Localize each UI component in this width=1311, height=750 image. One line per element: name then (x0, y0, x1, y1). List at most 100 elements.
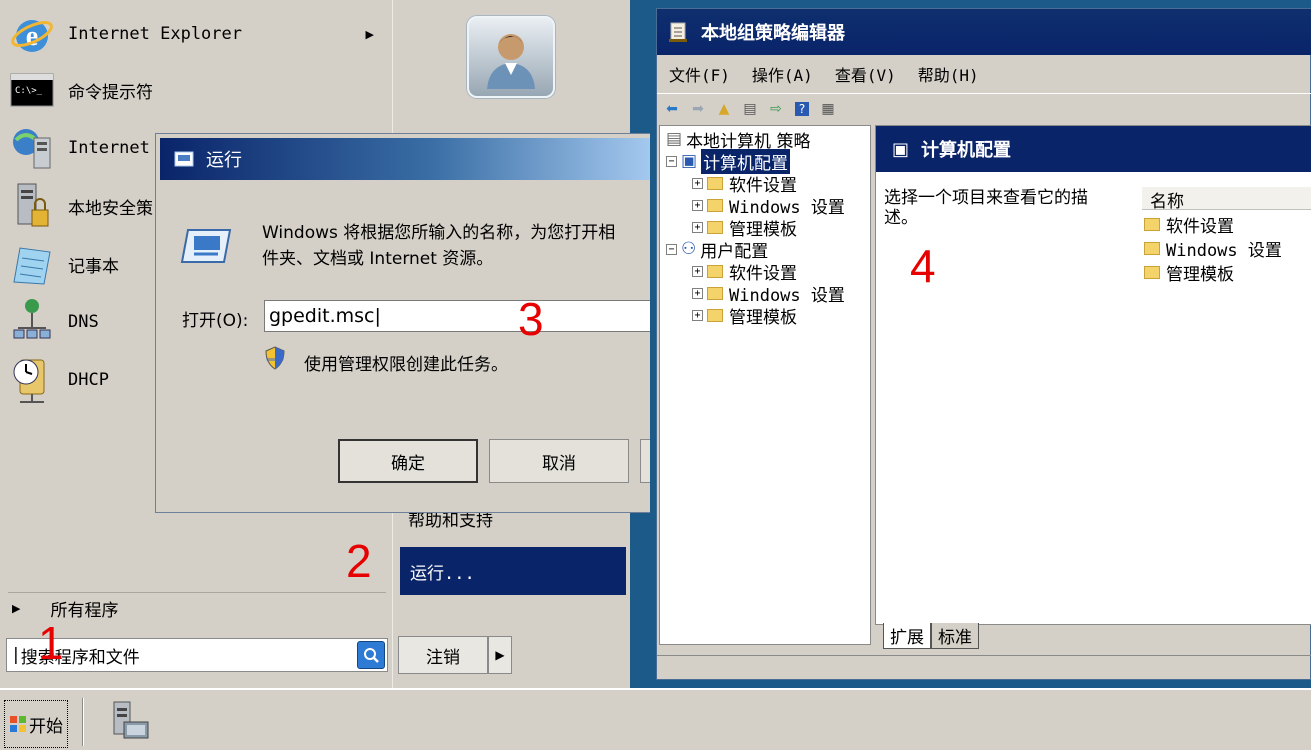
open-command-input[interactable]: gpedit.msc | (264, 300, 654, 332)
expand-icon[interactable]: + (692, 221, 703, 233)
uac-shield-icon (264, 346, 286, 374)
group-policy-editor-frame: 本地组策略编辑器 文件(F) 操作(A) 查看(V) 帮助(H) ⬅ ➡ ▲ ▤… (656, 8, 1311, 680)
notepad-icon (8, 240, 56, 288)
up-one-level-button[interactable]: ▲ (713, 98, 735, 120)
user-avatar[interactable] (467, 16, 555, 98)
tree-item-admin-templates[interactable]: + 管理模板 (692, 216, 797, 240)
list-item[interactable]: Windows 设置 (1144, 236, 1282, 261)
start-label: 开始 (29, 716, 63, 737)
dhcp-icon (8, 356, 56, 404)
folder-up-icon: ▲ (718, 100, 730, 117)
help-button[interactable]: ? (791, 98, 813, 120)
folder-icon (707, 264, 723, 278)
run-dialog-title: 运行 (206, 150, 242, 171)
search-button[interactable] (357, 641, 385, 669)
tree-item-user-config[interactable]: − ⚇ 用户配置 (666, 238, 768, 262)
help-icon: ? (794, 101, 810, 116)
tree-root-local-policy[interactable]: ▤ 本地计算机 策略 (666, 128, 810, 152)
open-label: 打开(O): (182, 311, 249, 331)
description-line: 件夹、文档或 Internet 资源。 (262, 249, 494, 269)
arrow-left-icon: ⬅ (666, 100, 678, 117)
run-dialog-titlebar[interactable]: 运行 (160, 138, 654, 180)
submenu-arrow-icon: ▶ (365, 27, 374, 41)
collapse-icon[interactable]: − (666, 155, 677, 167)
ok-button[interactable]: 确定 (338, 439, 478, 483)
list-item-label: Windows 设置 (1166, 240, 1282, 261)
description-line: 述。 (884, 208, 918, 228)
program-item-command-prompt[interactable]: C:\>_ 命令提示符 (8, 62, 388, 118)
folder-icon (707, 198, 723, 212)
tree-item-windows-settings[interactable]: + Windows 设置 (692, 194, 845, 218)
arrow-right-icon: ➡ (692, 100, 704, 117)
windows-logo-icon (10, 716, 26, 732)
local-security-policy-icon (8, 182, 56, 230)
details-pane: ▣ 计算机配置 选择一个项目来查看它的描 述。 名称 软件设置 Windows … (875, 125, 1311, 625)
description-line: 选择一个项目来查看它的描 (884, 188, 1088, 208)
tab-standard[interactable]: 标准 (931, 623, 979, 649)
start-button[interactable]: 开始 (4, 700, 68, 748)
admin-privilege-note: 使用管理权限创建此任务。 (304, 355, 508, 375)
list-item-label: 软件设置 (1166, 216, 1234, 237)
command-prompt-icon: C:\>_ (8, 66, 56, 114)
expand-icon[interactable]: + (692, 265, 703, 277)
cancel-button[interactable]: 取消 (489, 439, 629, 483)
run-menu-label: 运行... (410, 563, 475, 584)
back-button[interactable]: ⬅ (661, 98, 683, 120)
internet-explorer-icon: e (8, 10, 56, 58)
run-menu-item[interactable]: 运行... (400, 547, 626, 595)
gp-editor-titlebar[interactable]: 本地组策略编辑器 (657, 9, 1311, 55)
folder-icon (707, 286, 723, 300)
program-label: 记事本 (68, 256, 119, 277)
expand-icon[interactable]: + (692, 177, 703, 189)
details-description: 选择一个项目来查看它的描 述。 (884, 188, 1124, 228)
list-item[interactable]: 管理模板 (1144, 260, 1234, 285)
expand-icon[interactable]: + (692, 309, 703, 321)
program-label: DHCP (68, 370, 109, 390)
expand-icon[interactable]: + (692, 287, 703, 299)
console-tree: ▤ 本地计算机 策略 − ▣ 计算机配置 + 软件设置 + Windows 设置… (659, 125, 871, 645)
tree-item-user-windows-settings[interactable]: + Windows 设置 (692, 282, 845, 306)
forward-button[interactable]: ➡ (687, 98, 709, 120)
all-programs-button[interactable]: ▶ 所有程序 (8, 592, 386, 624)
folder-icon (707, 308, 723, 322)
arrow-right-icon: ▶ (495, 648, 505, 662)
tree-item-computer-config[interactable]: − ▣ 计算机配置 (666, 148, 791, 174)
export-list-button[interactable]: ⇨ (765, 98, 787, 120)
iis-manager-icon (8, 124, 56, 172)
menu-action[interactable]: 操作(A) (752, 62, 813, 86)
logoff-button[interactable]: 注销 (398, 636, 488, 674)
tree-item-user-software-settings[interactable]: + 软件设置 (692, 260, 797, 284)
menu-file[interactable]: 文件(F) (669, 62, 730, 86)
column-header-name[interactable]: 名称 (1142, 186, 1311, 212)
tree-item-software-settings[interactable]: + 软件设置 (692, 172, 797, 196)
tree-label: 管理模板 (729, 307, 797, 328)
gp-editor-toolbar: ⬅ ➡ ▲ ▤ ⇨ ? ▦ (657, 93, 1311, 123)
taskbar: 开始 (0, 688, 1311, 750)
policy-document-icon: ▤ (666, 129, 683, 149)
program-item-internet-explorer[interactable]: e Internet Explorer ▶ (8, 6, 388, 62)
collapse-icon[interactable]: − (666, 243, 677, 255)
gp-editor-menubar: 文件(F) 操作(A) 查看(V) 帮助(H) (657, 59, 1311, 89)
properties-icon: ▦ (821, 100, 835, 117)
view-tabs: 扩展 标准 (875, 623, 1311, 649)
description-line: Windows 将根据您所输入的名称，为您打开相 (262, 223, 616, 243)
server-manager-icon[interactable] (108, 698, 152, 742)
menu-help[interactable]: 帮助(H) (918, 62, 979, 86)
annotation-number: 2 (346, 535, 372, 587)
details-header-title: 计算机配置 (921, 140, 1012, 161)
program-label: 本地安全策 (68, 198, 153, 219)
program-label: DNS (68, 312, 99, 332)
expand-icon[interactable]: + (692, 199, 703, 211)
show-hide-tree-button[interactable]: ▤ (739, 98, 761, 120)
open-input-value: gpedit.msc (269, 305, 375, 327)
tree-item-user-admin-templates[interactable]: + 管理模板 (692, 304, 797, 328)
tab-extended[interactable]: 扩展 (883, 623, 931, 649)
properties-button[interactable]: ▦ (817, 98, 839, 120)
list-item[interactable]: 软件设置 (1144, 212, 1234, 237)
program-label: Internet Explorer (68, 24, 242, 44)
text-cursor: | (13, 645, 19, 665)
status-bar (657, 655, 1311, 679)
menu-view[interactable]: 查看(V) (835, 62, 896, 86)
shutdown-options-button[interactable]: ▶ (488, 636, 512, 674)
console-tree-icon: ▤ (743, 100, 757, 117)
